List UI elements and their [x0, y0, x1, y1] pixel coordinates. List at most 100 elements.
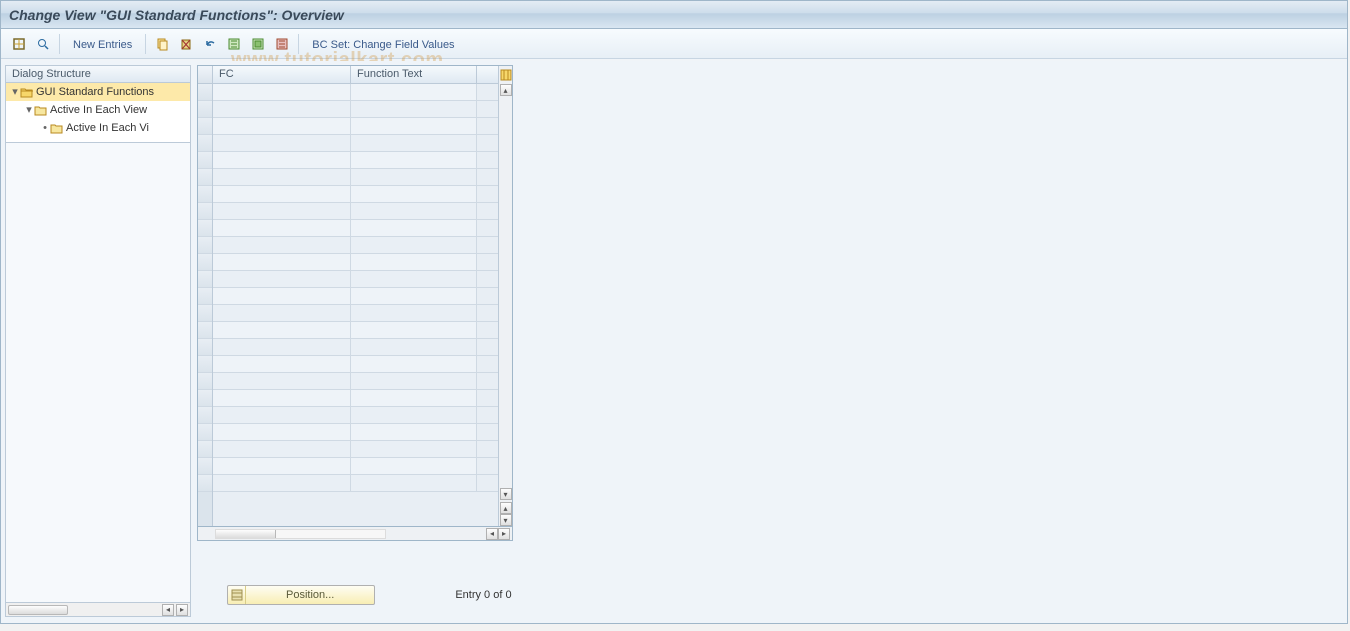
cell-function-text[interactable]	[351, 152, 477, 168]
configure-columns-icon[interactable]	[499, 66, 512, 84]
cell-fc[interactable]	[213, 424, 351, 440]
position-button[interactable]: Position...	[227, 585, 375, 605]
cell-function-text[interactable]	[351, 407, 477, 423]
row-selector[interactable]	[198, 271, 212, 288]
table-row[interactable]	[213, 152, 498, 169]
cell-function-text[interactable]	[351, 339, 477, 355]
scroll-page-down-icon[interactable]: ▾	[500, 514, 512, 526]
cell-fc[interactable]	[213, 339, 351, 355]
select-block-icon[interactable]	[248, 34, 268, 54]
cell-fc[interactable]	[213, 84, 351, 100]
cell-fc[interactable]	[213, 322, 351, 338]
left-horizontal-scrollbar[interactable]: ◂ ▸	[5, 603, 191, 617]
cell-fc[interactable]	[213, 373, 351, 389]
cell-function-text[interactable]	[351, 135, 477, 151]
copy-as-icon[interactable]	[152, 34, 172, 54]
find-icon[interactable]	[33, 34, 53, 54]
delete-icon[interactable]	[176, 34, 196, 54]
tree-node-active-in-each-view-2[interactable]: • Active In Each Vi	[6, 119, 190, 137]
cell-function-text[interactable]	[351, 237, 477, 253]
table-row[interactable]	[213, 135, 498, 152]
deselect-all-icon[interactable]	[272, 34, 292, 54]
tree-node-gui-standard-functions[interactable]: ▾ GUI Standard Functions	[6, 83, 190, 101]
row-selector[interactable]	[198, 475, 212, 492]
other-view-icon[interactable]	[9, 34, 29, 54]
cell-fc[interactable]	[213, 271, 351, 287]
expand-caret-icon[interactable]: ▾	[24, 101, 34, 119]
table-row[interactable]	[213, 118, 498, 135]
scrollbar-thumb[interactable]	[216, 530, 276, 538]
cell-function-text[interactable]	[351, 373, 477, 389]
cell-function-text[interactable]	[351, 220, 477, 236]
table-row[interactable]	[213, 475, 498, 492]
grid-vertical-scrollbar[interactable]: ▴ ▾ ▴ ▾	[498, 66, 512, 526]
scroll-up-icon[interactable]: ▴	[500, 84, 512, 96]
row-selector[interactable]	[198, 305, 212, 322]
cell-function-text[interactable]	[351, 203, 477, 219]
cell-fc[interactable]	[213, 458, 351, 474]
dialog-structure-tree[interactable]: ▾ GUI Standard Functions ▾ Active In Eac…	[5, 83, 191, 143]
cell-fc[interactable]	[213, 475, 351, 491]
cell-fc[interactable]	[213, 407, 351, 423]
cell-fc[interactable]	[213, 390, 351, 406]
scroll-left-icon[interactable]: ◂	[162, 604, 174, 616]
cell-function-text[interactable]	[351, 271, 477, 287]
cell-function-text[interactable]	[351, 322, 477, 338]
row-selector[interactable]	[198, 254, 212, 271]
cell-function-text[interactable]	[351, 84, 477, 100]
new-entries-button[interactable]: New Entries	[66, 34, 139, 54]
table-row[interactable]	[213, 203, 498, 220]
table-row[interactable]	[213, 458, 498, 475]
scrollbar-thumb[interactable]	[8, 605, 68, 615]
row-selector[interactable]	[198, 118, 212, 135]
cell-fc[interactable]	[213, 118, 351, 134]
row-selector[interactable]	[198, 288, 212, 305]
table-row[interactable]	[213, 322, 498, 339]
row-selector[interactable]	[198, 322, 212, 339]
table-row[interactable]	[213, 271, 498, 288]
table-row[interactable]	[213, 305, 498, 322]
cell-function-text[interactable]	[351, 254, 477, 270]
table-row[interactable]	[213, 84, 498, 101]
cell-function-text[interactable]	[351, 441, 477, 457]
grid-body[interactable]	[213, 84, 498, 526]
row-selector[interactable]	[198, 203, 212, 220]
scroll-page-up-icon[interactable]: ▴	[500, 502, 512, 514]
row-selector[interactable]	[198, 373, 212, 390]
cell-function-text[interactable]	[351, 101, 477, 117]
cell-fc[interactable]	[213, 356, 351, 372]
table-row[interactable]	[213, 373, 498, 390]
expand-caret-icon[interactable]: ▾	[10, 83, 20, 101]
row-selector[interactable]	[198, 84, 212, 101]
table-row[interactable]	[213, 220, 498, 237]
table-row[interactable]	[213, 288, 498, 305]
table-row[interactable]	[213, 101, 498, 118]
row-selector[interactable]	[198, 441, 212, 458]
cell-fc[interactable]	[213, 220, 351, 236]
row-selector[interactable]	[198, 101, 212, 118]
row-selector[interactable]	[198, 186, 212, 203]
table-row[interactable]	[213, 254, 498, 271]
cell-fc[interactable]	[213, 441, 351, 457]
cell-fc[interactable]	[213, 237, 351, 253]
undo-change-icon[interactable]	[200, 34, 220, 54]
select-all-icon[interactable]	[224, 34, 244, 54]
cell-function-text[interactable]	[351, 118, 477, 134]
cell-fc[interactable]	[213, 203, 351, 219]
cell-function-text[interactable]	[351, 305, 477, 321]
row-selector[interactable]	[198, 169, 212, 186]
cell-fc[interactable]	[213, 169, 351, 185]
table-row[interactable]	[213, 237, 498, 254]
grid-horizontal-scrollbar[interactable]: ◂ ▸	[197, 527, 513, 541]
table-row[interactable]	[213, 339, 498, 356]
cell-function-text[interactable]	[351, 169, 477, 185]
scroll-right-icon[interactable]: ▸	[498, 528, 510, 540]
table-row[interactable]	[213, 356, 498, 373]
cell-fc[interactable]	[213, 305, 351, 321]
cell-fc[interactable]	[213, 186, 351, 202]
row-selector[interactable]	[198, 135, 212, 152]
column-header-function-text[interactable]: Function Text	[351, 66, 477, 83]
table-row[interactable]	[213, 424, 498, 441]
cell-function-text[interactable]	[351, 356, 477, 372]
cell-function-text[interactable]	[351, 475, 477, 491]
